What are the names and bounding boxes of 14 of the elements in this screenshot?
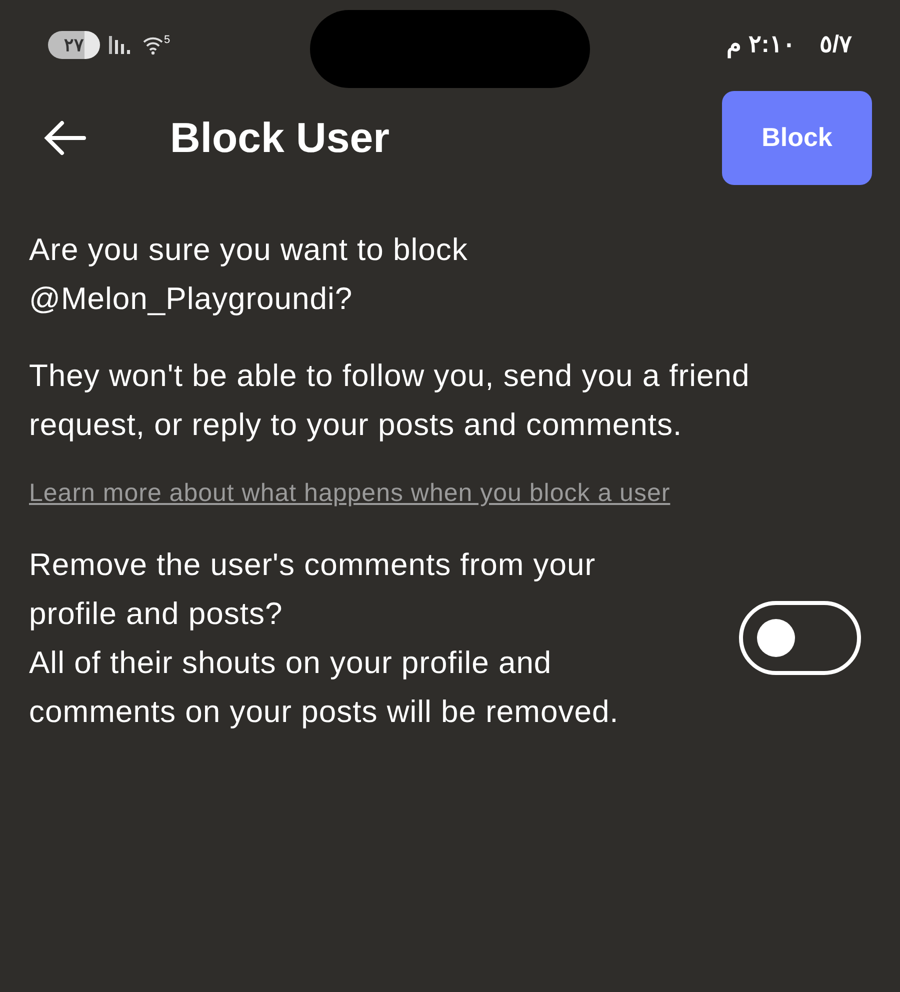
- page-title: Block User: [170, 113, 390, 163]
- option-title: Remove the user's comments from your profile and posts?: [29, 546, 597, 633]
- block-explanation: They won't be able to follow you, send you a friend request, or reply to your posts and comments.: [29, 357, 751, 444]
- block-button[interactable]: Block: [722, 90, 872, 184]
- option-description: All of their shouts on your profile and comments on your posts will be removed.: [29, 644, 620, 731]
- learn-more-link[interactable]: Learn more about what happens when you block a user: [29, 469, 871, 518]
- battery-icon: ٢٧: [48, 31, 100, 59]
- toggle-switch[interactable]: [739, 601, 861, 675]
- network-type-label: 5: [164, 35, 170, 46]
- back-arrow-icon[interactable]: [42, 120, 86, 156]
- status-date: ٥/٧: [819, 30, 852, 60]
- wifi-icon: [142, 35, 164, 55]
- status-time: ٢:١٠ م: [726, 30, 796, 60]
- block-question: Are you sure you want to block @Melon_Playgroundi?: [29, 231, 469, 318]
